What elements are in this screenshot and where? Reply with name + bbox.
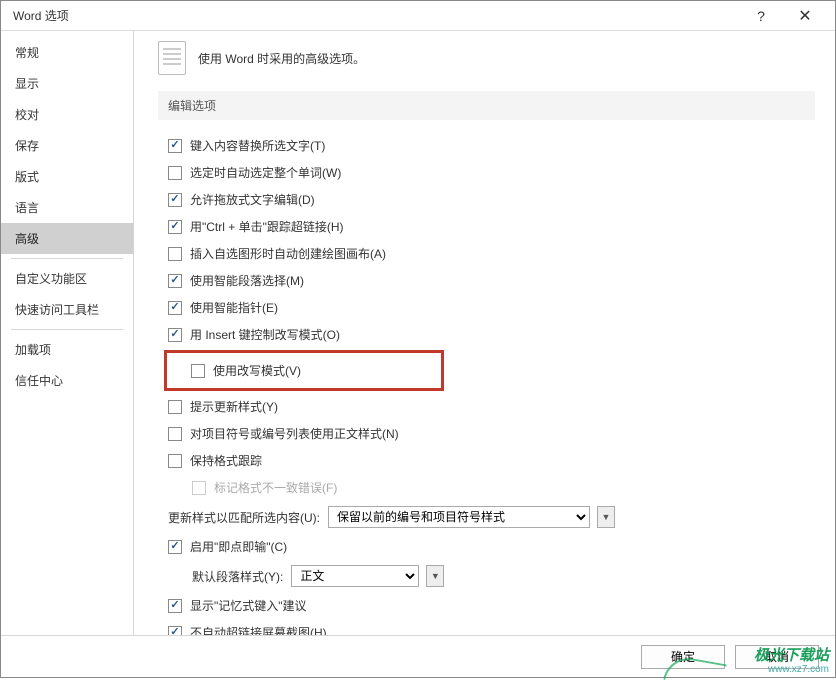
highlight-annotation: 使用改写模式(V) <box>164 350 444 391</box>
sidebar-item-proofing[interactable]: 校对 <box>1 99 133 130</box>
document-icon <box>158 41 186 75</box>
sidebar-item-customize-ribbon[interactable]: 自定义功能区 <box>1 263 133 294</box>
opt-use-overtype-mode[interactable]: 使用改写模式(V) <box>191 357 441 384</box>
combo-default-paragraph-style[interactable]: 正文 <box>291 565 419 587</box>
opt-typing-replaces-selection[interactable]: 键入内容替换所选文字(T) <box>168 132 815 159</box>
checkbox-icon[interactable] <box>168 220 182 234</box>
opt-keep-track-formatting[interactable]: 保持格式跟踪 <box>168 447 815 474</box>
opt-insert-key-overtype[interactable]: 用 Insert 键控制改写模式(O) <box>168 321 815 348</box>
checkbox-icon[interactable] <box>168 274 182 288</box>
field-update-style-match: 更新样式以匹配所选内容(U): 保留以前的编号和项目符号样式 ▼ <box>168 501 815 533</box>
close-button[interactable]: ✕ <box>783 2 827 30</box>
checkbox-icon[interactable] <box>168 193 182 207</box>
sidebar-item-save[interactable]: 保存 <box>1 130 133 161</box>
sidebar-item-layout[interactable]: 版式 <box>1 161 133 192</box>
sidebar-item-quick-access[interactable]: 快速访问工具栏 <box>1 294 133 325</box>
opt-auto-create-canvas[interactable]: 插入自选图形时自动创建绘图画布(A) <box>168 240 815 267</box>
dialog-title: Word 选项 <box>13 7 739 24</box>
opt-ctrl-click-hyperlink[interactable]: 用"Ctrl + 单击"跟踪超链接(H) <box>168 213 815 240</box>
chevron-down-icon[interactable]: ▼ <box>426 565 444 587</box>
sidebar-item-addins[interactable]: 加载项 <box>1 334 133 365</box>
opt-mark-formatting-inconsistencies: 标记格式不一致错误(F) <box>192 474 815 501</box>
checkbox-icon[interactable] <box>168 247 182 261</box>
opt-smart-cursoring[interactable]: 使用智能指针(E) <box>168 294 815 321</box>
checkbox-icon[interactable] <box>168 626 182 636</box>
cancel-button[interactable]: 取消 <box>735 645 819 669</box>
titlebar: Word 选项 ? ✕ <box>1 1 835 31</box>
checkbox-icon[interactable] <box>168 400 182 414</box>
opt-click-and-type[interactable]: 启用"即点即输"(C) <box>168 533 815 560</box>
sidebar: 常规 显示 校对 保存 版式 语言 高级 自定义功能区 快速访问工具栏 加载项 … <box>1 31 134 635</box>
checkbox-icon[interactable] <box>168 328 182 342</box>
editing-options: 键入内容替换所选文字(T) 选定时自动选定整个单词(W) 允许拖放式文字编辑(D… <box>158 132 815 635</box>
sidebar-item-display[interactable]: 显示 <box>1 68 133 99</box>
page-header: 使用 Word 时采用的高级选项。 <box>158 41 815 75</box>
checkbox-icon[interactable] <box>168 166 182 180</box>
opt-show-autocomplete[interactable]: 显示"记忆式键入"建议 <box>168 592 815 619</box>
opt-normal-style-lists[interactable]: 对项目符号或编号列表使用正文样式(N) <box>168 420 815 447</box>
page-header-text: 使用 Word 时采用的高级选项。 <box>198 50 365 67</box>
checkbox-icon <box>192 481 206 495</box>
opt-no-auto-hyperlink-screenshots[interactable]: 不自动超链接屏幕截图(H) <box>168 619 815 635</box>
checkbox-icon[interactable] <box>168 599 182 613</box>
field-default-paragraph-style: 默认段落样式(Y): 正文 ▼ <box>192 560 815 592</box>
opt-smart-paragraph-select[interactable]: 使用智能段落选择(M) <box>168 267 815 294</box>
opt-prompt-update-style[interactable]: 提示更新样式(Y) <box>168 393 815 420</box>
checkbox-icon[interactable] <box>191 364 205 378</box>
checkbox-icon[interactable] <box>168 454 182 468</box>
combo-update-style[interactable]: 保留以前的编号和项目符号样式 <box>328 506 590 528</box>
sidebar-item-general[interactable]: 常规 <box>1 37 133 68</box>
opt-drag-drop-editing[interactable]: 允许拖放式文字编辑(D) <box>168 186 815 213</box>
checkbox-icon[interactable] <box>168 301 182 315</box>
sidebar-separator <box>11 258 123 259</box>
checkbox-icon[interactable] <box>168 139 182 153</box>
field-label: 默认段落样式(Y): <box>192 568 283 585</box>
word-options-dialog: Word 选项 ? ✕ 常规 显示 校对 保存 版式 语言 高级 自定义功能区 … <box>0 0 836 678</box>
checkbox-icon[interactable] <box>168 540 182 554</box>
checkbox-icon[interactable] <box>168 427 182 441</box>
main-panel: 使用 Word 时采用的高级选项。 编辑选项 键入内容替换所选文字(T) 选定时… <box>134 31 835 635</box>
section-title-editing: 编辑选项 <box>158 91 815 120</box>
dialog-footer: 确定 取消 极光下载站 www.xz7.com <box>1 635 835 677</box>
field-label: 更新样式以匹配所选内容(U): <box>168 509 320 526</box>
sidebar-item-trust-center[interactable]: 信任中心 <box>1 365 133 396</box>
sidebar-item-advanced[interactable]: 高级 <box>1 223 133 254</box>
dialog-body: 常规 显示 校对 保存 版式 语言 高级 自定义功能区 快速访问工具栏 加载项 … <box>1 31 835 635</box>
chevron-down-icon[interactable]: ▼ <box>597 506 615 528</box>
sidebar-item-language[interactable]: 语言 <box>1 192 133 223</box>
help-button[interactable]: ? <box>739 2 783 30</box>
opt-auto-select-word[interactable]: 选定时自动选定整个单词(W) <box>168 159 815 186</box>
sidebar-separator <box>11 329 123 330</box>
